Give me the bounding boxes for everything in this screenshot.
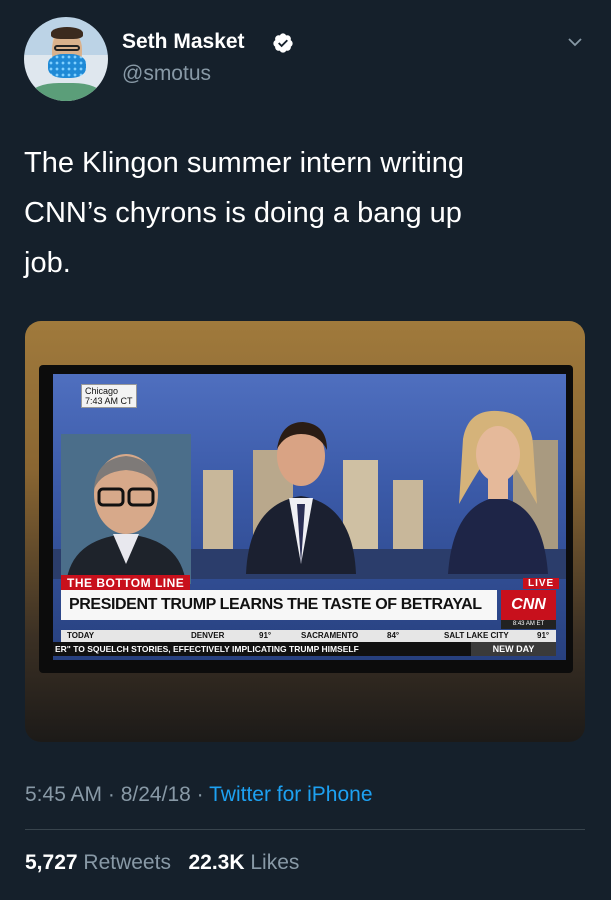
like-count[interactable]: 22.3K	[188, 851, 244, 874]
news-ticker: ER" TO SQUELCH STORIES, EFFECTIVELY IMPL…	[53, 642, 556, 656]
tweet-stats: 5,727 Retweets 22.3K Likes	[25, 851, 299, 875]
network-time: 8:43 AM ET	[501, 620, 556, 629]
avatar[interactable]	[24, 17, 108, 101]
tweet-source-link[interactable]: Twitter for iPhone	[209, 783, 372, 806]
weather-temp: 91°	[259, 631, 272, 640]
weather-today: TODAY	[67, 631, 95, 640]
avatar-glasses	[54, 45, 80, 51]
tweet-date: 8/24/18	[120, 783, 191, 806]
tweet-photo[interactable]: Chicago 7:43 AM CT THE BOTTOM LINE LIVE …	[25, 321, 585, 742]
avatar-hair	[51, 27, 83, 39]
weather-city: SALT LAKE CITY	[444, 631, 509, 640]
tv-screen: Chicago 7:43 AM CT THE BOTTOM LINE LIVE …	[53, 374, 566, 660]
avatar-mask	[48, 54, 86, 78]
ticker-show-name: NEW DAY	[471, 642, 556, 656]
tweet-timestamp: 5:45 AM · 8/24/18 · Twitter for iPhone	[25, 783, 373, 806]
guest-figure	[61, 434, 191, 584]
like-label[interactable]: Likes	[250, 851, 299, 874]
weather-city: SACRAMENTO	[301, 631, 359, 640]
ticker-text: ER" TO SQUELCH STORIES, EFFECTIVELY IMPL…	[55, 644, 359, 654]
weather-temp: 91°	[537, 631, 550, 640]
retweet-count[interactable]: 5,727	[25, 851, 78, 874]
tweet-text-line: The Klingon summer intern writing	[24, 147, 465, 179]
female-anchor-figure	[448, 410, 548, 574]
user-handle[interactable]: @smotus	[122, 62, 211, 86]
location-city: Chicago	[85, 386, 119, 396]
tweet-text-line: CNN’s chyrons is doing a bang up	[24, 197, 462, 229]
chyron-headline: PRESIDENT TRUMP LEARNS THE TASTE OF BETR…	[61, 590, 497, 620]
avatar-shirt	[30, 83, 102, 101]
male-anchor-figure	[246, 422, 356, 574]
segment-label: THE BOTTOM LINE	[61, 575, 191, 591]
cnn-logo: CNN	[501, 590, 556, 620]
user-display-name[interactable]: Seth Masket	[122, 30, 245, 54]
weather-temp: 84°	[387, 631, 400, 640]
location-box: Chicago 7:43 AM CT	[81, 384, 137, 408]
weather-bar: TODAY DENVER 91° SACRAMENTO 84° SALT LAK…	[61, 630, 556, 642]
divider	[25, 829, 585, 830]
tweet-time: 5:45 AM	[25, 783, 103, 806]
tweet-text-line: job.	[24, 247, 71, 279]
location-time: 7:43 AM CT	[85, 396, 133, 406]
weather-city: DENVER	[191, 631, 225, 640]
tweet-text: The Klingon summer intern writing CNN’s …	[24, 138, 584, 288]
live-label: LIVE	[523, 578, 560, 589]
chevron-down-icon[interactable]	[566, 33, 584, 51]
retweet-label[interactable]: Retweets	[83, 851, 171, 874]
verified-badge-icon	[273, 33, 293, 53]
